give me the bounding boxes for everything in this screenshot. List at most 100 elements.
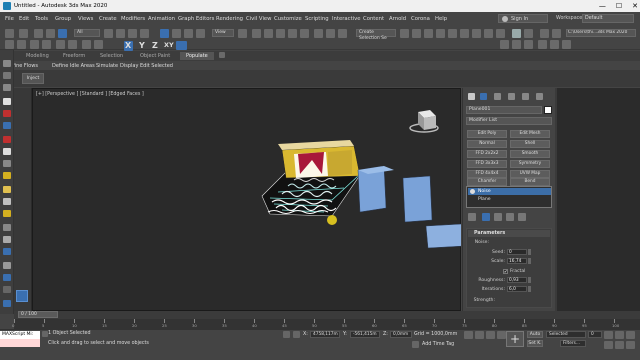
create-tab-icon[interactable] bbox=[468, 93, 475, 100]
stack-item-noise[interactable]: Noise bbox=[468, 188, 551, 195]
tab-freeform[interactable]: Freeform bbox=[63, 53, 85, 59]
toggle-ribbon-icon[interactable] bbox=[424, 29, 433, 38]
bind-space-warp-icon[interactable] bbox=[58, 29, 67, 38]
teapot-render-icon[interactable] bbox=[524, 40, 533, 49]
scale-field[interactable]: 16,74 bbox=[507, 258, 527, 264]
simulate-label[interactable]: Simulate bbox=[96, 63, 118, 69]
select-by-name-icon[interactable] bbox=[116, 29, 125, 38]
modifier-shell-button[interactable]: Shell bbox=[510, 140, 550, 148]
viewport-layout-tab-icon[interactable] bbox=[16, 290, 28, 302]
remove-modifier-icon[interactable] bbox=[506, 213, 514, 221]
make-unique-icon[interactable] bbox=[494, 213, 502, 221]
menu-graph-editors[interactable]: Graph Editors bbox=[178, 16, 214, 22]
key-filter-dropdown[interactable]: Selected bbox=[546, 331, 586, 338]
select-object-icon[interactable] bbox=[104, 29, 113, 38]
play-icon[interactable] bbox=[486, 331, 495, 339]
menu-create[interactable]: Create bbox=[99, 16, 117, 22]
gear-icon[interactable] bbox=[562, 40, 571, 49]
absolute-mode-icon[interactable] bbox=[293, 331, 300, 338]
iterations-field[interactable]: 6,0 bbox=[507, 286, 527, 292]
render-row2b-icon[interactable] bbox=[512, 40, 521, 49]
menu-group[interactable]: Group bbox=[55, 16, 71, 22]
go-to-start-icon[interactable] bbox=[464, 331, 473, 339]
menu-scripting[interactable]: Scripting bbox=[305, 16, 329, 22]
tube-icon[interactable] bbox=[3, 262, 11, 269]
select-and-place-icon[interactable] bbox=[196, 29, 205, 38]
selection-filter-dropdown[interactable]: All bbox=[74, 29, 100, 37]
modify-tab-icon[interactable] bbox=[480, 93, 487, 100]
snaps-toggle-icon[interactable] bbox=[264, 29, 273, 38]
render-production-icon[interactable] bbox=[496, 29, 505, 38]
toggle-layer-explorer-icon[interactable] bbox=[412, 29, 421, 38]
container-icon[interactable] bbox=[30, 40, 39, 49]
cube-icon[interactable] bbox=[3, 198, 11, 205]
modifier-list-dropdown[interactable]: Modifier List bbox=[466, 117, 552, 125]
geosphere-icon[interactable] bbox=[3, 236, 11, 243]
tab-object-paint[interactable]: Object Paint bbox=[140, 53, 170, 59]
material-editor-icon[interactable] bbox=[460, 29, 469, 38]
menu-views[interactable]: Views bbox=[78, 16, 93, 22]
add-time-tag[interactable]: Add Time Tag bbox=[422, 342, 454, 347]
flag-icon[interactable] bbox=[3, 136, 11, 143]
edit-named-selection-icon[interactable] bbox=[314, 29, 323, 38]
render-setup-icon[interactable] bbox=[472, 29, 481, 38]
inject-button[interactable]: Inject bbox=[22, 73, 44, 84]
percent-snap-icon[interactable] bbox=[288, 29, 297, 38]
menu-corona[interactable]: Corona bbox=[411, 16, 430, 22]
xy-plane-toggle-icon[interactable] bbox=[176, 41, 187, 50]
menu-civil-view[interactable]: Civil View bbox=[246, 16, 272, 22]
object-color-swatch[interactable] bbox=[544, 106, 552, 114]
iterations-spinner[interactable] bbox=[528, 286, 531, 292]
link-icon[interactable] bbox=[34, 29, 43, 38]
redo-icon[interactable] bbox=[19, 29, 28, 38]
tab-selection[interactable]: Selection bbox=[100, 53, 123, 59]
modifier-bend-button[interactable]: Bend bbox=[510, 178, 550, 186]
rendered-frame-window-icon[interactable] bbox=[484, 29, 493, 38]
perspective-viewport[interactable]: [+] [Perspective ] [Standard ] [Edged Fa… bbox=[32, 88, 461, 311]
next-frame-icon[interactable] bbox=[497, 331, 506, 339]
camera-icon[interactable] bbox=[3, 160, 11, 167]
maximize-button[interactable]: ☐ bbox=[616, 2, 622, 10]
time-configuration-icon[interactable] bbox=[604, 331, 613, 339]
tab-populate[interactable]: Populate bbox=[180, 52, 214, 60]
link-tool-icon[interactable] bbox=[3, 72, 11, 79]
z-coordinate-field[interactable]: 0,0mm bbox=[390, 331, 412, 338]
sign-in-dropdown[interactable]: Sign In bbox=[498, 14, 548, 23]
field-of-view-icon[interactable] bbox=[626, 331, 635, 339]
environment-icon[interactable] bbox=[538, 40, 547, 49]
modifier-ffd-3x3x3-button[interactable]: FFD 3x3x3 bbox=[467, 160, 507, 168]
motion-tab-icon[interactable] bbox=[508, 93, 515, 100]
seed-spinner[interactable] bbox=[528, 249, 531, 255]
menu-animation[interactable]: Animation bbox=[148, 16, 175, 22]
yellow-shape-icon[interactable] bbox=[3, 172, 11, 179]
schematic-view-icon[interactable] bbox=[448, 29, 457, 38]
time-tag-icon[interactable] bbox=[412, 341, 419, 348]
project-folder-icon[interactable] bbox=[552, 29, 561, 38]
object-name-field[interactable]: Plane001 bbox=[466, 106, 542, 114]
viewport-layout-icon[interactable] bbox=[82, 40, 91, 49]
parameters-header[interactable]: Parameters bbox=[468, 230, 550, 237]
z-axis-button[interactable]: Z bbox=[152, 41, 158, 50]
cylinder-icon[interactable] bbox=[3, 224, 11, 231]
fractal-checkbox[interactable]: ✔ bbox=[503, 269, 508, 274]
menu-customize[interactable]: Customize bbox=[274, 16, 302, 22]
menu-modifiers[interactable]: Modifiers bbox=[121, 16, 145, 22]
utilities-tab-icon[interactable] bbox=[536, 93, 543, 100]
light-icon[interactable] bbox=[3, 148, 11, 155]
ribbon-options-icon[interactable] bbox=[219, 52, 225, 58]
close-button[interactable]: ✕ bbox=[632, 2, 638, 10]
menu-tools[interactable]: Tools bbox=[35, 16, 48, 22]
zoom-extents-icon[interactable] bbox=[604, 341, 613, 349]
menu-arnold[interactable]: Arnold bbox=[389, 16, 406, 22]
undo-icon[interactable] bbox=[5, 29, 14, 38]
modifier-ffd-4x4x4-button[interactable]: FFD 4x4x4 bbox=[467, 170, 507, 178]
auto-key-button[interactable]: Auto bbox=[527, 331, 543, 338]
display-tab-icon[interactable] bbox=[522, 93, 529, 100]
maxscript-output[interactable] bbox=[0, 339, 40, 347]
hierarchy-icon[interactable] bbox=[42, 40, 51, 49]
blue-object-icon[interactable] bbox=[3, 122, 11, 129]
pan-icon[interactable] bbox=[615, 331, 624, 339]
roughness-spinner[interactable] bbox=[528, 277, 531, 283]
y-coordinate-field[interactable]: -561,415m bbox=[350, 331, 380, 338]
render-in-cloud-icon[interactable] bbox=[512, 29, 521, 38]
